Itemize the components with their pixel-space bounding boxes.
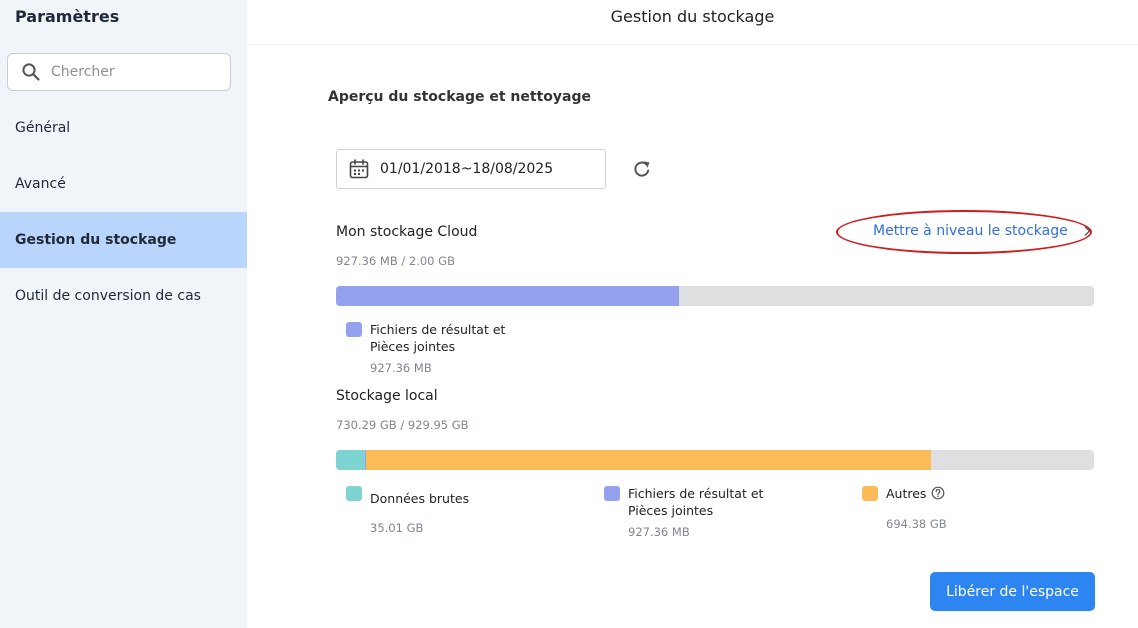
legend-value-others: 694.38 GB bbox=[886, 517, 947, 531]
legend-label-result-files: Fichiers de résultat et Pièces jointes bbox=[370, 322, 506, 354]
local-storage-usage: 730.29 GB / 929.95 GB bbox=[336, 418, 469, 432]
free-space-button[interactable]: Libérer de l'espace bbox=[930, 572, 1095, 611]
sidebar-item-advanced[interactable]: Avancé bbox=[0, 156, 247, 212]
search-input[interactable] bbox=[51, 64, 221, 80]
date-range-value: 01/01/2018~18/08/2025 bbox=[380, 161, 554, 177]
local-raw-data-segment bbox=[336, 450, 365, 470]
legend-label-raw-data: Données brutes bbox=[370, 491, 470, 506]
date-range-picker[interactable]: 01/01/2018~18/08/2025 bbox=[336, 149, 606, 189]
help-icon[interactable] bbox=[931, 486, 945, 500]
cloud-storage-bar bbox=[336, 286, 1094, 306]
sidebar-item-label: Avancé bbox=[15, 176, 66, 192]
legend-value-raw-data: 35.01 GB bbox=[370, 521, 424, 535]
local-others-segment bbox=[365, 450, 931, 470]
sidebar: Paramètres Général Avancé Gestion du sto… bbox=[0, 0, 247, 628]
legend-label-others: Autres bbox=[886, 485, 945, 502]
legend-swatch-raw-data bbox=[346, 486, 362, 501]
sidebar-item-storage-management[interactable]: Gestion du stockage bbox=[0, 212, 247, 268]
search-icon bbox=[22, 63, 40, 81]
local-storage-bar bbox=[336, 450, 1094, 470]
calendar-icon bbox=[349, 159, 369, 179]
sidebar-item-label: Général bbox=[15, 120, 71, 136]
sidebar-item-label: Outil de conversion de cas bbox=[15, 288, 201, 304]
page-title: Gestion du stockage bbox=[610, 7, 775, 26]
refresh-icon[interactable] bbox=[631, 158, 653, 180]
page-header: Gestion du stockage bbox=[247, 0, 1138, 45]
sidebar-item-general[interactable]: Général bbox=[0, 100, 247, 156]
local-storage-title: Stockage local bbox=[336, 388, 438, 404]
sidebar-item-case-conversion-tool[interactable]: Outil de conversion de cas bbox=[0, 268, 247, 324]
legend-swatch-result-files bbox=[346, 322, 362, 337]
cloud-storage-usage: 927.36 MB / 2.00 GB bbox=[336, 254, 455, 268]
cloud-result-files-segment bbox=[336, 286, 680, 306]
sidebar-title: Paramètres bbox=[15, 7, 120, 26]
sidebar-item-label: Gestion du stockage bbox=[15, 232, 177, 248]
legend-label-local-result-files: Fichiers de résultat et Pièces jointes bbox=[628, 486, 764, 518]
legend-swatch-others bbox=[862, 486, 878, 501]
cloud-storage-title: Mon stockage Cloud bbox=[336, 224, 478, 240]
section-title: Aperçu du stockage et nettoyage bbox=[328, 89, 591, 105]
legend-swatch-local-result-files bbox=[604, 486, 620, 501]
highlight-annotation bbox=[836, 210, 1092, 254]
search-box[interactable] bbox=[7, 53, 231, 91]
legend-value-result-files: 927.36 MB bbox=[370, 361, 432, 375]
legend-value-local-result-files: 927.36 MB bbox=[628, 525, 690, 539]
